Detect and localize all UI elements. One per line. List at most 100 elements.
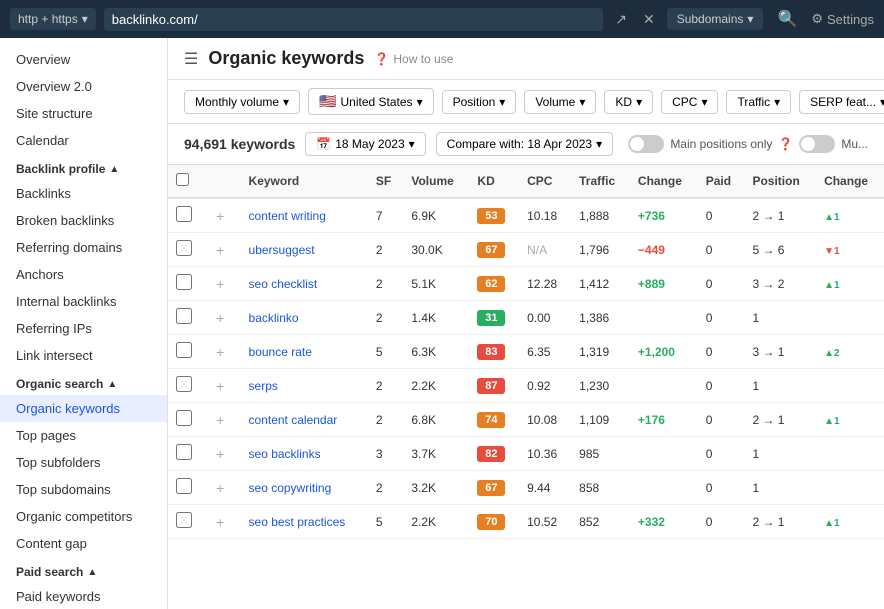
col-change[interactable]: Change: [630, 165, 698, 198]
row-checkbox[interactable]: [176, 478, 192, 494]
expand-button[interactable]: +: [212, 242, 228, 258]
sidebar-item-organic-competitors[interactable]: Organic competitors: [0, 503, 167, 530]
expand-button[interactable]: +: [212, 344, 228, 360]
row-expand-cell[interactable]: +: [204, 198, 240, 233]
row-checkbox-cell[interactable]: [168, 471, 204, 505]
expand-button[interactable]: +: [212, 208, 228, 224]
url-input[interactable]: [104, 8, 603, 31]
open-external-icon[interactable]: ↗: [611, 7, 631, 32]
sidebar-item-top-subfolders[interactable]: Top subfolders: [0, 449, 167, 476]
volume-filter-button[interactable]: Monthly volume ▾: [184, 90, 300, 114]
row-checkbox[interactable]: [176, 308, 192, 324]
row-checkbox[interactable]: [176, 240, 192, 256]
col-paid[interactable]: Paid: [698, 165, 745, 198]
keyword-link[interactable]: bounce rate: [249, 345, 312, 359]
main-positions-toggle[interactable]: [628, 135, 664, 153]
col-cpc[interactable]: CPC: [519, 165, 571, 198]
row-expand-cell[interactable]: +: [204, 267, 240, 301]
sidebar-item-organic-keywords[interactable]: Organic keywords: [0, 395, 167, 422]
expand-button[interactable]: +: [212, 480, 228, 496]
keyword-link[interactable]: content calendar: [249, 413, 338, 427]
expand-button[interactable]: +: [212, 276, 228, 292]
sidebar-item-overview[interactable]: Overview: [0, 46, 167, 73]
row-checkbox-cell[interactable]: [168, 335, 204, 369]
row-checkbox[interactable]: [176, 512, 192, 528]
subdomains-button[interactable]: Subdomains ▾: [667, 8, 764, 30]
volume-filter2-button[interactable]: Volume ▾: [524, 90, 596, 114]
sidebar-item-link-intersect[interactable]: Link intersect: [0, 342, 167, 369]
row-expand-cell[interactable]: +: [204, 437, 240, 471]
sidebar-item-referring-ips[interactable]: Referring IPs: [0, 315, 167, 342]
col-keyword[interactable]: Keyword: [241, 165, 368, 198]
protocol-button[interactable]: http + https ▾: [10, 8, 96, 30]
traffic-filter-button[interactable]: Traffic ▾: [726, 90, 791, 114]
col-volume[interactable]: Volume: [403, 165, 469, 198]
expand-button[interactable]: +: [212, 412, 228, 428]
keyword-link[interactable]: seo backlinks: [249, 447, 321, 461]
col-sf[interactable]: SF: [368, 165, 403, 198]
row-expand-cell[interactable]: +: [204, 233, 240, 267]
close-icon[interactable]: ✕: [639, 7, 659, 32]
row-checkbox-cell[interactable]: [168, 403, 204, 437]
expand-button[interactable]: +: [212, 310, 228, 326]
row-checkbox[interactable]: [176, 444, 192, 460]
cpc-filter-button[interactable]: CPC ▾: [661, 90, 718, 114]
row-checkbox[interactable]: [176, 274, 192, 290]
sidebar-section-organic[interactable]: Organic search ▲: [0, 369, 167, 395]
sidebar-item-referring-domains[interactable]: Referring domains: [0, 234, 167, 261]
keyword-link[interactable]: backlinko: [249, 311, 299, 325]
sidebar-item-internal-backlinks[interactable]: Internal backlinks: [0, 288, 167, 315]
sidebar-item-paid-keywords[interactable]: Paid keywords: [0, 583, 167, 609]
compare-button[interactable]: Compare with: 18 Apr 2023 ▾: [436, 132, 613, 156]
sidebar-item-top-pages[interactable]: Top pages: [0, 422, 167, 449]
serp-filter-button[interactable]: SERP feat... ▾: [799, 90, 884, 114]
sidebar-item-backlinks[interactable]: Backlinks: [0, 180, 167, 207]
row-expand-cell[interactable]: +: [204, 471, 240, 505]
sidebar-item-broken-backlinks[interactable]: Broken backlinks: [0, 207, 167, 234]
settings-button[interactable]: ⚙ Settings: [811, 11, 874, 27]
keyword-link[interactable]: ubersuggest: [249, 243, 315, 257]
how-to-use-button[interactable]: ❓ How to use: [374, 52, 453, 66]
kd-filter-button[interactable]: KD ▾: [604, 90, 653, 114]
col-pos-change[interactable]: Change: [816, 165, 884, 198]
keyword-link[interactable]: serps: [249, 379, 278, 393]
select-all-checkbox[interactable]: [176, 173, 189, 186]
keyword-link[interactable]: seo checklist: [249, 277, 318, 291]
country-filter-button[interactable]: 🇺🇸 United States ▾: [308, 88, 434, 115]
row-checkbox-cell[interactable]: [168, 369, 204, 403]
hamburger-icon[interactable]: ☰: [184, 49, 198, 69]
sidebar-section-backlink[interactable]: Backlink profile ▲: [0, 154, 167, 180]
expand-button[interactable]: +: [212, 514, 228, 530]
col-kd[interactable]: KD: [469, 165, 519, 198]
row-checkbox[interactable]: [176, 410, 192, 426]
row-checkbox-cell[interactable]: [168, 198, 204, 233]
sidebar-item-overview-2[interactable]: Overview 2.0: [0, 73, 167, 100]
keyword-link[interactable]: content writing: [249, 209, 326, 223]
row-expand-cell[interactable]: +: [204, 301, 240, 335]
expand-button[interactable]: +: [212, 378, 228, 394]
row-checkbox-cell[interactable]: [168, 267, 204, 301]
keyword-link[interactable]: seo copywriting: [249, 481, 332, 495]
row-checkbox-cell[interactable]: [168, 505, 204, 539]
expand-button[interactable]: +: [212, 446, 228, 462]
keyword-link[interactable]: seo best practices: [249, 515, 346, 529]
row-checkbox-cell[interactable]: [168, 437, 204, 471]
row-checkbox-cell[interactable]: [168, 301, 204, 335]
date-button[interactable]: 📅 18 May 2023 ▾: [305, 132, 425, 156]
row-checkbox[interactable]: [176, 206, 192, 222]
row-checkbox[interactable]: [176, 376, 192, 392]
sidebar-item-top-subdomains[interactable]: Top subdomains: [0, 476, 167, 503]
search-button[interactable]: 🔍: [771, 5, 803, 33]
row-expand-cell[interactable]: +: [204, 369, 240, 403]
sidebar-section-paid[interactable]: Paid search ▲: [0, 557, 167, 583]
row-expand-cell[interactable]: +: [204, 505, 240, 539]
mu-toggle[interactable]: [799, 135, 835, 153]
row-checkbox[interactable]: [176, 342, 192, 358]
sidebar-item-calendar[interactable]: Calendar: [0, 127, 167, 154]
row-checkbox-cell[interactable]: [168, 233, 204, 267]
position-filter-button[interactable]: Position ▾: [442, 90, 517, 114]
row-expand-cell[interactable]: +: [204, 335, 240, 369]
col-position[interactable]: Position: [744, 165, 816, 198]
sidebar-item-content-gap[interactable]: Content gap: [0, 530, 167, 557]
col-traffic[interactable]: Traffic: [571, 165, 630, 198]
